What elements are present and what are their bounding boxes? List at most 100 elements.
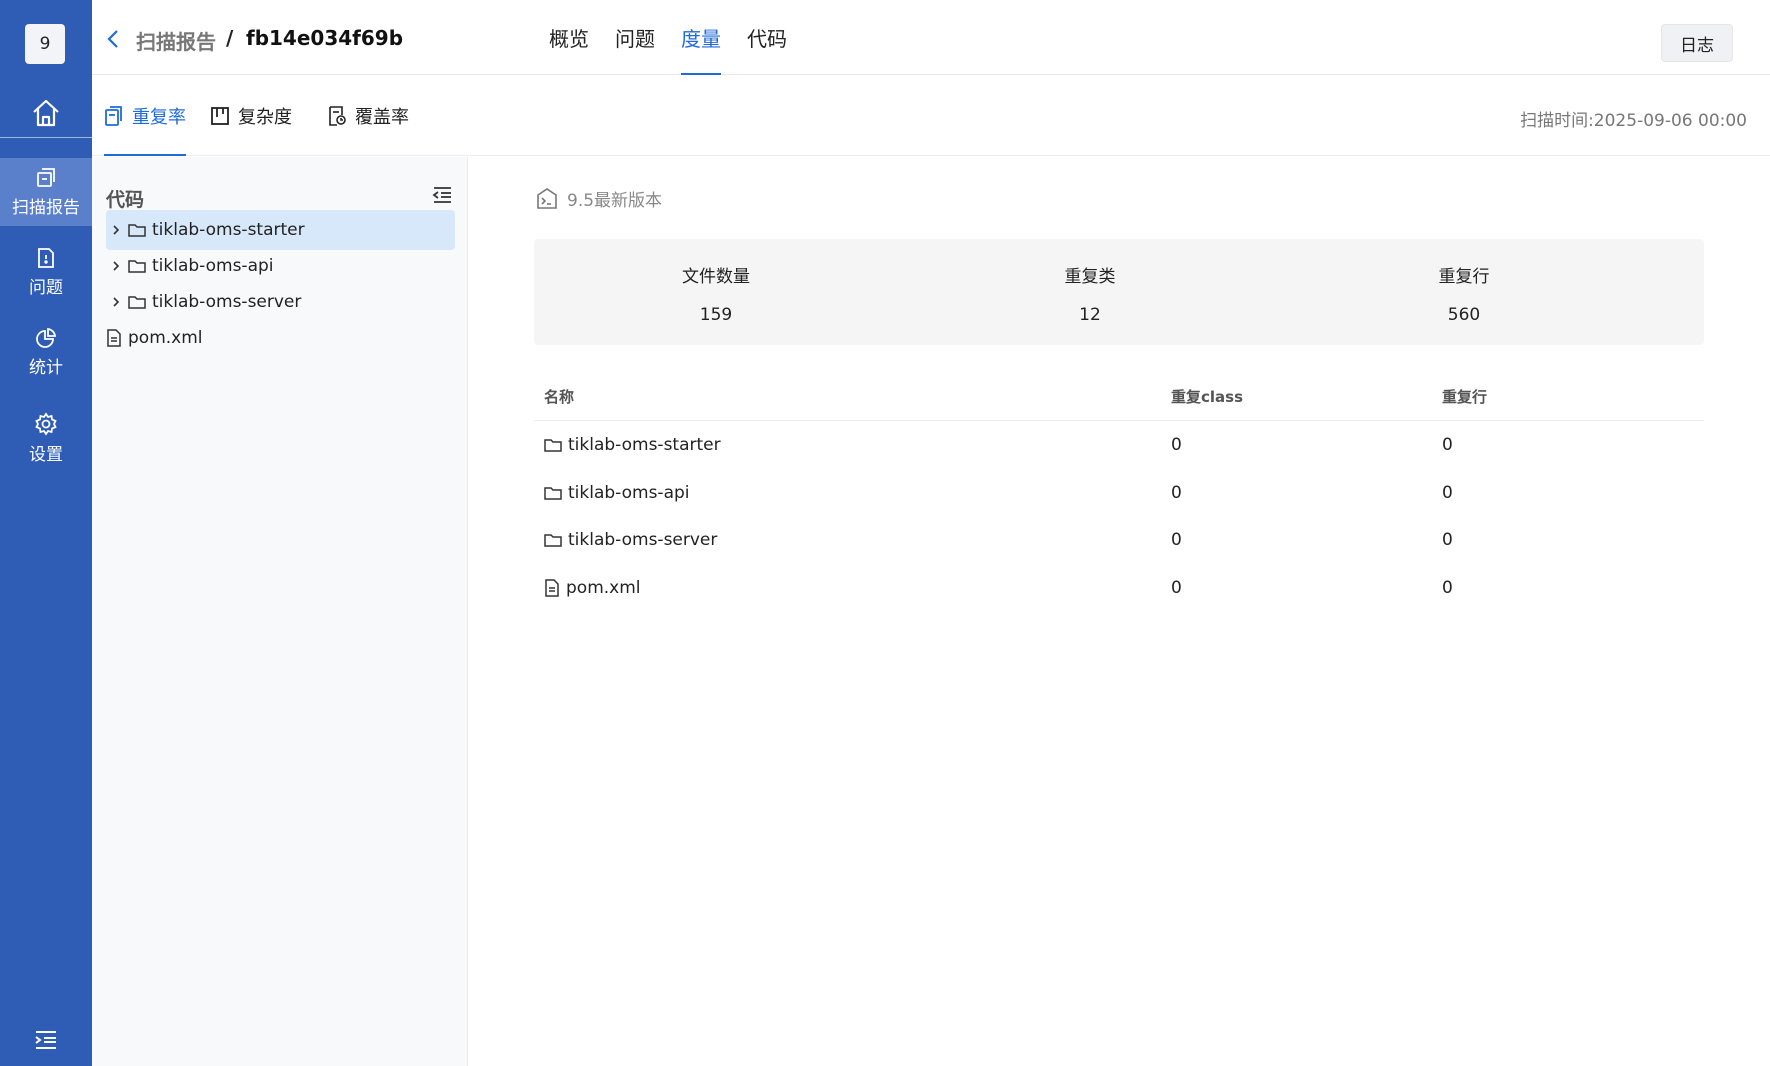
top-header: 扫描报告 / fb14e034f69b 概览 问题 度量 代码 日志	[92, 0, 1770, 75]
tree-item[interactable]: tiklab-oms-server	[106, 282, 455, 322]
stat-duplicate-classes: 重复类 12	[940, 239, 1240, 345]
file-icon	[545, 578, 559, 597]
dup-class-cell: 0	[1171, 435, 1182, 455]
dup-class-cell: 0	[1171, 482, 1182, 503]
row-name-link[interactable]: tiklab-oms-server	[568, 530, 717, 550]
subtab-complexity[interactable]: 复杂度	[210, 76, 292, 156]
tree-item-label: tiklab-oms-server	[152, 292, 302, 312]
name-cell: tiklab-oms-server	[544, 530, 717, 550]
name-cell: tiklab-oms-starter	[544, 435, 721, 455]
column-header-name[interactable]: 名称	[544, 386, 574, 407]
dup-lines-cell: 0	[1442, 577, 1453, 598]
left-nav: 9 扫描报告 问题 统计 设置	[0, 0, 92, 1066]
duplication-icon	[105, 106, 122, 126]
version-label: 9.5最新版本	[567, 191, 663, 211]
dup-lines-cell: 0	[1442, 482, 1453, 503]
nav-item-label: 设置	[29, 444, 63, 465]
complexity-icon	[211, 107, 229, 125]
folder-icon	[544, 486, 562, 500]
subtab-label: 覆盖率	[355, 107, 409, 128]
top-tabs: 概览 问题 度量 代码	[549, 0, 813, 75]
log-button[interactable]: 日志	[1661, 24, 1733, 62]
nav-item-scan-report[interactable]: 扫描报告	[0, 158, 92, 226]
folder-icon	[544, 439, 562, 452]
dup-lines-cell: 0	[1442, 435, 1453, 455]
table-row[interactable]: tiklab-oms-server 0 0	[534, 516, 1704, 564]
chevron-right-icon[interactable]	[106, 260, 126, 272]
chevron-right-icon[interactable]	[106, 296, 126, 308]
table-row[interactable]: tiklab-oms-api 0 0	[534, 469, 1704, 517]
tree-collapse-icon[interactable]	[432, 186, 452, 204]
dup-class-cell: 0	[1171, 577, 1182, 598]
table-header: 名称 重复class 重复行	[534, 367, 1704, 421]
org-badge[interactable]: 9	[25, 24, 65, 64]
row-name-link[interactable]: tiklab-oms-starter	[568, 435, 721, 455]
nav-item-issues[interactable]: 问题	[0, 238, 92, 306]
folder-icon	[128, 294, 146, 310]
coverage-icon	[329, 106, 346, 126]
row-name-link[interactable]: pom.xml	[566, 578, 641, 598]
tab-code[interactable]: 代码	[747, 0, 787, 75]
app-root: 9 扫描报告 问题 统计 设置 扫描报告 / fb14e034f69b 概览 问…	[0, 0, 1770, 1066]
nav-item-statistics[interactable]: 统计	[0, 318, 92, 386]
table-row[interactable]: tiklab-oms-starter 0 0	[534, 421, 1704, 469]
row-name-link[interactable]: tiklab-oms-api	[568, 483, 690, 503]
metric-subtabs: 重复率 复杂度 覆盖率 扫描时间:2025-09-06 00:00	[92, 76, 1770, 156]
breadcrumb-parent[interactable]: 扫描报告	[136, 26, 216, 55]
duplication-table: 名称 重复class 重复行 tiklab-oms-starter 0 0 ti…	[534, 367, 1704, 611]
tab-issues[interactable]: 问题	[615, 0, 655, 75]
stats-panel: 文件数量 159 重复类 12 重复行 560	[534, 239, 1704, 345]
home-button[interactable]	[0, 88, 92, 138]
gear-icon	[35, 411, 57, 436]
folder-icon	[128, 258, 146, 274]
tree-title: 代码	[106, 189, 145, 211]
stat-file-count: 文件数量 159	[566, 239, 866, 345]
file-icon	[106, 329, 122, 347]
nav-item-settings[interactable]: 设置	[0, 404, 92, 472]
tab-overview[interactable]: 概览	[549, 0, 589, 75]
breadcrumb-current: fb14e034f69b	[246, 26, 404, 50]
pie-chart-icon	[36, 327, 57, 348]
folder-icon	[544, 534, 562, 547]
name-cell: pom.xml	[544, 578, 641, 598]
dup-lines-cell: 0	[1442, 530, 1453, 550]
tab-metrics[interactable]: 度量	[681, 0, 721, 75]
table-row[interactable]: pom.xml 0 0	[534, 564, 1704, 612]
scan-time: 扫描时间:2025-09-06 00:00	[1520, 111, 1747, 131]
nav-item-label: 扫描报告	[12, 197, 80, 218]
column-header-dup-class[interactable]: 重复class	[1171, 386, 1243, 407]
subtab-label: 复杂度	[238, 107, 292, 128]
column-header-dup-lines[interactable]: 重复行	[1442, 386, 1487, 407]
version-selector[interactable]: 9.5最新版本	[535, 186, 662, 211]
subtab-coverage[interactable]: 覆盖率	[327, 76, 409, 156]
chevron-right-icon[interactable]	[106, 224, 126, 236]
home-icon	[33, 99, 59, 126]
issue-icon	[38, 247, 54, 268]
stat-duplicate-lines: 重复行 560	[1314, 239, 1614, 345]
stat-label: 文件数量	[682, 267, 750, 287]
main-content: 9.5最新版本 文件数量 159 重复类 12 重复行 560 名称 重复cla…	[469, 157, 1770, 1066]
name-cell: tiklab-oms-api	[544, 483, 690, 503]
tree-item[interactable]: pom.xml	[106, 318, 455, 358]
stat-value: 560	[1447, 305, 1481, 325]
code-tree-panel: 代码 tiklab-oms-starter tiklab-oms-api tik…	[92, 157, 468, 1066]
tree-item-label: tiklab-oms-starter	[152, 220, 305, 240]
subtab-duplication[interactable]: 重复率	[104, 76, 186, 156]
nav-item-label: 统计	[29, 357, 63, 378]
stat-value: 12	[1079, 305, 1101, 325]
report-icon	[37, 167, 55, 187]
tree-item-label: tiklab-oms-api	[152, 256, 274, 276]
stat-label: 重复行	[1438, 267, 1490, 287]
subtab-label: 重复率	[132, 107, 186, 128]
back-chevron-icon[interactable]	[106, 28, 120, 50]
tree-item[interactable]: tiklab-oms-api	[106, 246, 455, 286]
collapse-menu-icon	[35, 1031, 56, 1049]
tree-item-label: pom.xml	[128, 328, 203, 348]
stat-value: 159	[699, 305, 733, 325]
terminal-icon	[537, 187, 557, 209]
nav-item-label: 问题	[29, 277, 63, 298]
stat-label: 重复类	[1064, 267, 1116, 287]
nav-collapse-button[interactable]	[0, 1022, 92, 1058]
tree-item[interactable]: tiklab-oms-starter	[106, 210, 455, 250]
folder-icon	[128, 222, 146, 238]
